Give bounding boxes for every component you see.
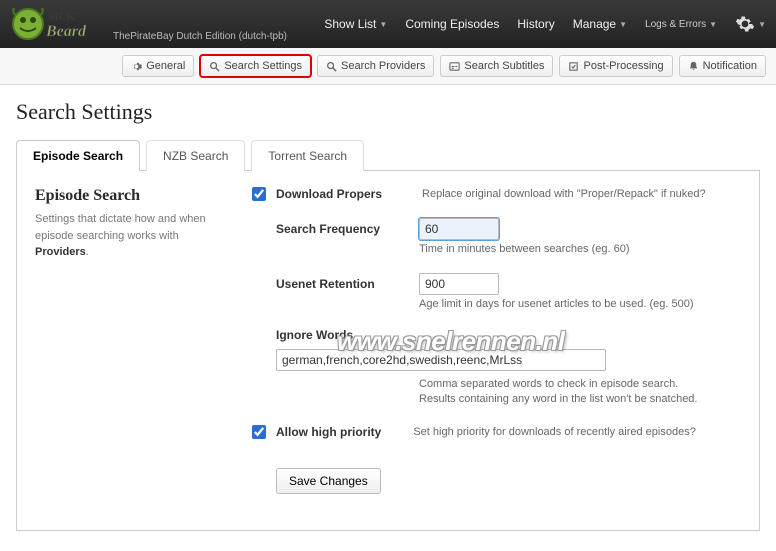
subnav-search-settings[interactable]: Search Settings <box>200 55 311 77</box>
subnav-general[interactable]: General <box>122 55 194 77</box>
ignore-words-input[interactable] <box>276 349 606 371</box>
nav-show-list[interactable]: Show List▼ <box>324 17 387 31</box>
settings-panel: Episode Search Settings that dictate how… <box>16 171 760 531</box>
subnav-search-providers[interactable]: Search Providers <box>317 55 434 77</box>
sub-navbar: General Search Settings Search Providers… <box>0 48 776 85</box>
nav-logs-errors[interactable]: Logs & Errors▼ <box>645 19 717 30</box>
search-frequency-input[interactable] <box>419 218 499 240</box>
row-download-propers: Download Propers Replace original downlo… <box>252 187 741 405</box>
row-allow-high-priority: Allow high priority Set high priority fo… <box>252 425 741 442</box>
subnav-notification[interactable]: Notification <box>679 55 766 77</box>
subnav-search-providers-label: Search Providers <box>341 60 425 72</box>
section-desc-providers: Providers <box>35 246 86 258</box>
search-icon <box>326 61 337 72</box>
subnav-post-processing[interactable]: Post-Processing <box>559 55 672 77</box>
tab-bar: Episode Search NZB Search Torrent Search <box>16 139 760 171</box>
usenet-retention-label: Usenet Retention <box>276 277 401 291</box>
section-description: Settings that dictate how and when episo… <box>35 211 230 261</box>
caret-down-icon: ▼ <box>379 20 387 29</box>
tab-episode-search[interactable]: Episode Search <box>16 140 140 171</box>
page-title: Search Settings <box>16 99 760 125</box>
caret-down-icon: ▼ <box>619 20 627 29</box>
usenet-retention-input[interactable] <box>419 273 499 295</box>
search-icon <box>209 61 220 72</box>
section-desc-dot: . <box>86 246 89 258</box>
ignore-words-hint2: Results containing any word in the list … <box>419 393 741 405</box>
caret-down-icon: ▼ <box>758 20 766 29</box>
subnav-general-label: General <box>146 60 185 72</box>
svg-text:SICK: SICK <box>48 11 75 23</box>
tab-torrent-search[interactable]: Torrent Search <box>251 140 364 171</box>
subnav-search-subtitles[interactable]: Search Subtitles <box>440 55 553 77</box>
allow-high-priority-desc: Set high priority for downloads of recen… <box>413 426 696 438</box>
top-navbar: SICK Beard ThePirateBay Dutch Edition (d… <box>0 0 776 48</box>
nav-coming-episodes[interactable]: Coming Episodes <box>405 17 499 31</box>
search-frequency-label: Search Frequency <box>276 222 401 236</box>
allow-high-priority-checkbox[interactable] <box>252 425 266 439</box>
ignore-words-label: Ignore Words <box>276 328 401 342</box>
ignore-words-hint1: Comma separated words to check in episod… <box>419 378 741 390</box>
nav-coming-episodes-label: Coming Episodes <box>405 17 499 31</box>
tab-nzb-search[interactable]: NZB Search <box>146 140 245 171</box>
subnav-search-settings-label: Search Settings <box>224 60 302 72</box>
subnav-post-processing-label: Post-Processing <box>583 60 663 72</box>
subnav-search-subtitles-label: Search Subtitles <box>464 60 544 72</box>
svg-text:Beard: Beard <box>45 23 87 40</box>
nav-settings-gear[interactable]: ▼ <box>735 14 766 34</box>
gear-icon <box>131 61 142 72</box>
nav-show-list-label: Show List <box>324 17 376 31</box>
app-logo[interactable]: SICK Beard <box>10 4 105 44</box>
nav-manage-label: Manage <box>573 17 616 31</box>
nav-logs-errors-label: Logs & Errors <box>645 19 706 30</box>
gear-icon <box>735 14 755 34</box>
search-frequency-hint: Time in minutes between searches (eg. 60… <box>419 243 741 255</box>
process-icon <box>568 61 579 72</box>
download-propers-checkbox[interactable] <box>252 187 266 201</box>
nav-manage[interactable]: Manage▼ <box>573 17 627 31</box>
usenet-retention-hint: Age limit in days for usenet articles to… <box>419 298 741 310</box>
download-propers-desc: Replace original download with "Proper/R… <box>422 188 706 200</box>
subnav-notification-label: Notification <box>703 60 757 72</box>
bell-icon <box>688 61 699 72</box>
subtitle-icon <box>449 61 460 72</box>
download-propers-label: Download Propers <box>276 187 382 201</box>
nav-history[interactable]: History <box>517 17 554 31</box>
save-changes-button[interactable]: Save Changes <box>276 468 381 494</box>
nav-history-label: History <box>517 17 554 31</box>
section-desc-text: Settings that dictate how and when episo… <box>35 213 206 242</box>
caret-down-icon: ▼ <box>709 20 717 29</box>
app-tagline: ThePirateBay Dutch Edition (dutch-tpb) <box>113 31 287 42</box>
allow-high-priority-label: Allow high priority <box>276 425 381 439</box>
